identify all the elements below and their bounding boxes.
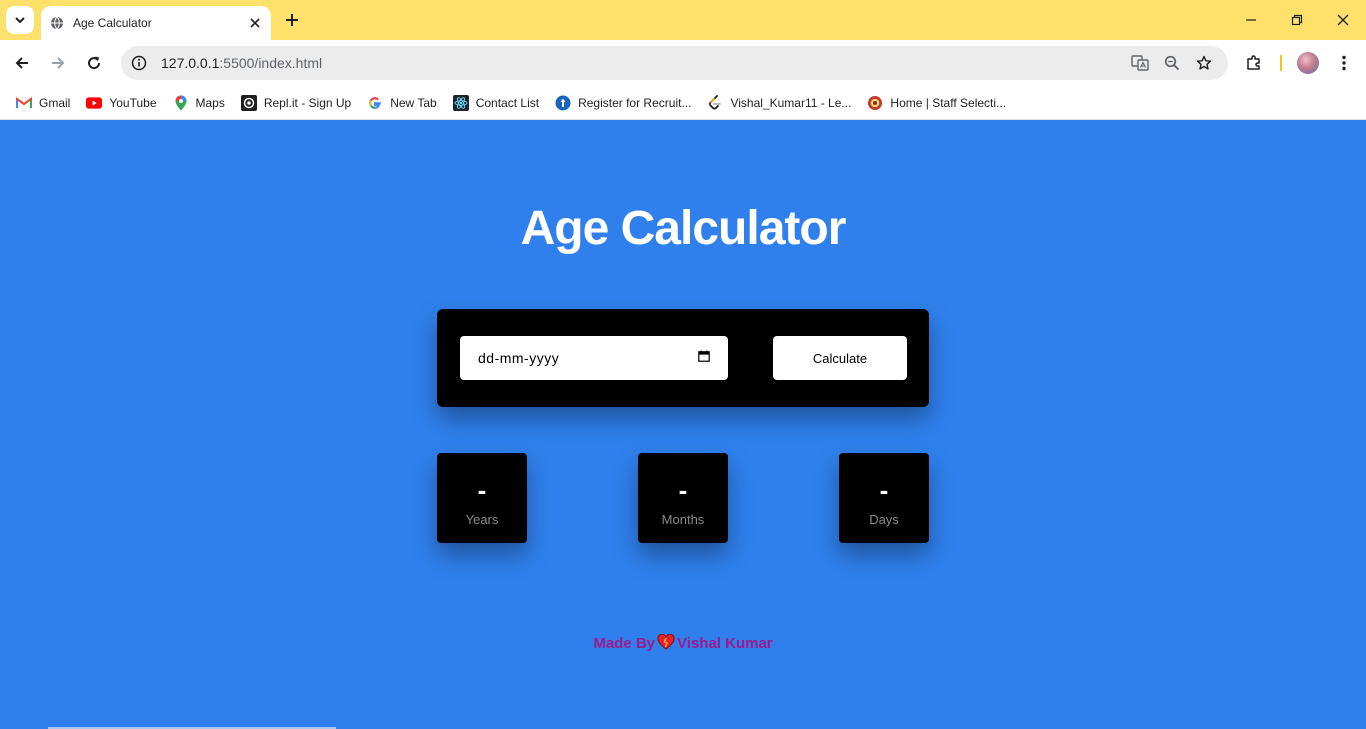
translate-icon[interactable] bbox=[1126, 49, 1154, 77]
minimize-icon bbox=[1246, 19, 1256, 21]
days-value: - bbox=[879, 475, 889, 505]
bookmark-label: Gmail bbox=[39, 95, 71, 110]
footer-credit: Made By Vishal Kumar bbox=[0, 633, 1366, 654]
plus-icon bbox=[286, 14, 298, 26]
forward-button[interactable] bbox=[44, 49, 72, 77]
chevron-down-icon bbox=[15, 17, 25, 24]
restore-icon bbox=[1291, 14, 1303, 26]
close-icon bbox=[1337, 14, 1349, 26]
months-value: - bbox=[678, 475, 688, 505]
months-card: - Months bbox=[638, 453, 728, 543]
browser-menu-button[interactable] bbox=[1330, 49, 1358, 77]
years-card: - Years bbox=[437, 453, 527, 543]
browser-tab-strip: Age Calculator bbox=[0, 0, 1366, 40]
maps-icon bbox=[173, 95, 189, 111]
footer-author: Vishal Kumar bbox=[677, 635, 773, 652]
reload-icon bbox=[88, 56, 101, 70]
bookmark-staff-selection[interactable]: Home | Staff Selecti... bbox=[861, 89, 1012, 117]
bookmark-label: New Tab bbox=[390, 95, 437, 110]
bookmark-youtube[interactable]: YouTube bbox=[80, 89, 162, 117]
gmail-icon bbox=[16, 95, 32, 111]
bookmarks-bar: Gmail YouTube Maps Repl.it - Sign Up New… bbox=[0, 86, 1366, 120]
bookmark-label: Home | Staff Selecti... bbox=[890, 95, 1007, 110]
date-placeholder: dd-mm-yyyy bbox=[478, 350, 560, 366]
bookmark-label: YouTube bbox=[109, 95, 157, 110]
more-vertical-icon bbox=[1342, 55, 1346, 71]
active-tab[interactable]: Age Calculator bbox=[41, 6, 271, 40]
days-card: - Days bbox=[839, 453, 929, 543]
zoom-icon[interactable] bbox=[1158, 49, 1186, 77]
puzzle-icon bbox=[1247, 55, 1260, 70]
years-label: Years bbox=[465, 512, 499, 527]
bookmark-recruitment[interactable]: Register for Recruit... bbox=[549, 89, 697, 117]
bookmark-leetcode[interactable]: Vishal_Kumar11 - Le... bbox=[701, 89, 857, 117]
calendar-icon[interactable] bbox=[698, 349, 710, 367]
url-path: :5500/index.html bbox=[219, 55, 323, 71]
globe-icon bbox=[49, 15, 65, 31]
bookmark-contact-list[interactable]: Contact List bbox=[447, 89, 545, 117]
toolbar-divider bbox=[1280, 55, 1282, 71]
minimize-button[interactable] bbox=[1228, 0, 1274, 40]
bookmark-star-icon[interactable] bbox=[1190, 49, 1218, 77]
google-icon bbox=[367, 95, 383, 111]
close-window-button[interactable] bbox=[1320, 0, 1366, 40]
calculate-button[interactable]: Calculate bbox=[773, 336, 907, 380]
address-bar[interactable]: 127.0.0.1:5500/index.html bbox=[121, 46, 1228, 80]
leetcode-icon bbox=[707, 94, 723, 111]
days-label: Days bbox=[869, 512, 899, 527]
reload-button[interactable] bbox=[80, 49, 108, 77]
heart-icon bbox=[657, 633, 675, 654]
extensions-button[interactable] bbox=[1240, 49, 1268, 77]
close-tab-icon[interactable] bbox=[245, 13, 265, 33]
input-panel: dd-mm-yyyy Calculate bbox=[437, 309, 929, 407]
react-icon bbox=[452, 94, 469, 111]
replit-icon bbox=[240, 94, 257, 111]
months-label: Months bbox=[661, 512, 705, 527]
restore-button[interactable] bbox=[1274, 0, 1320, 40]
footer-made-by: Made By bbox=[593, 635, 656, 652]
date-input[interactable]: dd-mm-yyyy bbox=[460, 336, 728, 380]
browser-toolbar: 127.0.0.1:5500/index.html bbox=[0, 40, 1366, 86]
arrow-left-icon bbox=[15, 57, 28, 69]
bookmark-label: Repl.it - Sign Up bbox=[263, 95, 352, 110]
page-content: Age Calculator dd-mm-yyyy Calculate - Ye… bbox=[0, 121, 1366, 729]
back-button[interactable] bbox=[8, 49, 36, 77]
url-host: 127.0.0.1 bbox=[161, 55, 220, 71]
tab-search-button[interactable] bbox=[6, 6, 34, 34]
bookmark-label: Register for Recruit... bbox=[578, 95, 692, 110]
bookmark-label: Maps bbox=[195, 95, 225, 110]
site-info-icon[interactable] bbox=[125, 49, 153, 77]
bookmark-gmail[interactable]: Gmail bbox=[10, 89, 76, 117]
arrow-right-icon bbox=[52, 57, 65, 69]
url-text: 127.0.0.1:5500/index.html bbox=[161, 55, 322, 71]
new-tab-button[interactable] bbox=[280, 8, 304, 32]
youtube-icon bbox=[86, 95, 103, 111]
page-title: Age Calculator bbox=[520, 202, 847, 255]
bookmark-label: Vishal_Kumar11 - Le... bbox=[730, 95, 852, 110]
ssc-icon bbox=[867, 95, 883, 111]
recruitment-icon bbox=[555, 95, 571, 111]
bookmark-replit[interactable]: Repl.it - Sign Up bbox=[235, 89, 357, 117]
years-value: - bbox=[477, 475, 487, 505]
bookmark-new-tab[interactable]: New Tab bbox=[361, 89, 442, 117]
bookmark-label: Contact List bbox=[475, 95, 540, 110]
profile-avatar[interactable] bbox=[1297, 52, 1319, 74]
tab-title: Age Calculator bbox=[73, 16, 152, 30]
bookmark-maps[interactable]: Maps bbox=[167, 89, 231, 117]
